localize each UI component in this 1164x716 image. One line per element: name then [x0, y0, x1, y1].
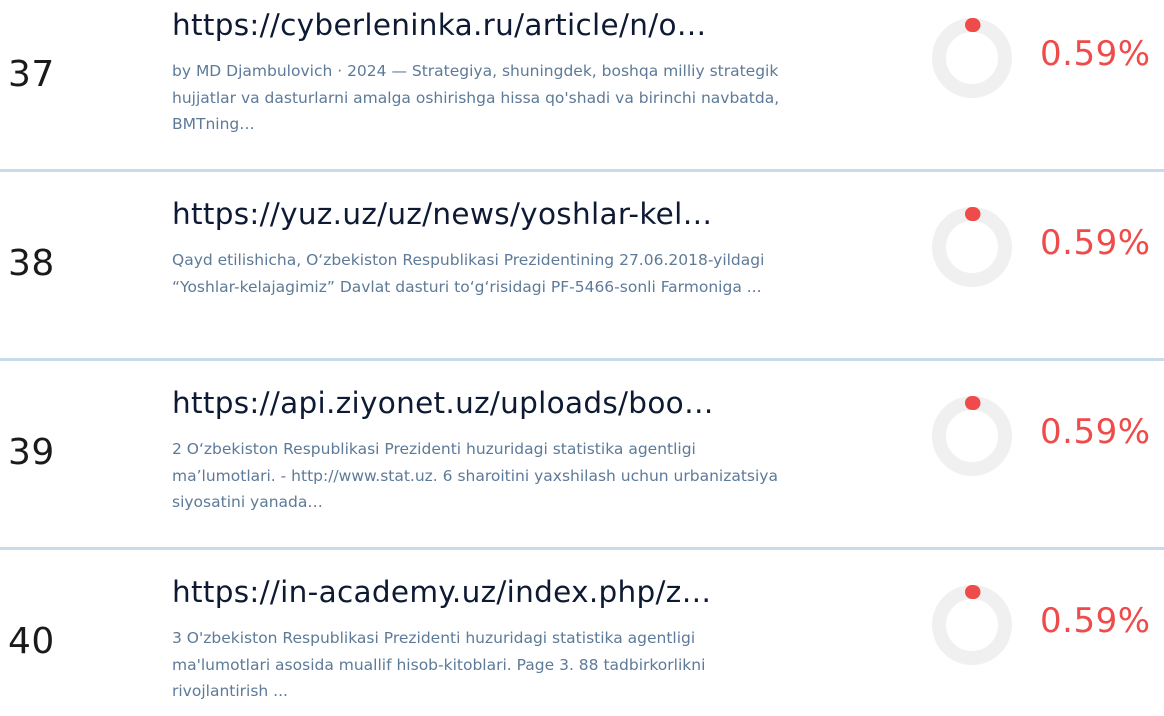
result-url-link[interactable]: https://api.ziyonet.uz/uploads/boo…	[172, 386, 792, 420]
result-row: 39 https://api.ziyonet.uz/uploads/boo… 2…	[0, 376, 1164, 552]
row-divider	[0, 358, 1164, 361]
ring-track	[932, 585, 1012, 665]
ring-track	[932, 396, 1012, 476]
result-url-link[interactable]: https://in-academy.uz/index.php/z…	[172, 575, 792, 609]
result-snippet: by MD Djambulovich · 2024 — Strategiya, …	[172, 62, 780, 133]
result-url-link[interactable]: https://cyberleninka.ru/article/n/o…	[172, 8, 792, 42]
result-row: 37 https://cyberleninka.ru/article/n/o… …	[0, 0, 1164, 174]
percent-ring-icon	[932, 396, 1012, 476]
percent-ring-icon	[932, 585, 1012, 665]
percent-ring-icon	[932, 207, 1012, 287]
result-index: 37	[8, 54, 55, 95]
result-index: 40	[8, 621, 55, 662]
row-divider	[0, 169, 1164, 172]
result-index: 39	[8, 432, 55, 473]
results-list: 37 https://cyberleninka.ru/article/n/o… …	[0, 0, 1164, 716]
row-divider	[0, 547, 1164, 550]
result-row: 40 https://in-academy.uz/index.php/z… 3 …	[0, 565, 1164, 716]
result-url-link[interactable]: https://yuz.uz/uz/news/yoshlar-kel…	[172, 197, 792, 231]
percent-label: 0.59%	[1040, 223, 1151, 263]
ring-track	[932, 207, 1012, 287]
percent-ring-icon	[932, 18, 1012, 98]
result-index: 38	[8, 243, 55, 284]
percent-label: 0.59%	[1040, 34, 1151, 74]
result-snippet: 2 O‘zbekiston Respublikasi Prezidenti hu…	[172, 440, 778, 511]
ring-track	[932, 18, 1012, 98]
percent-label: 0.59%	[1040, 601, 1151, 641]
result-row: 38 https://yuz.uz/uz/news/yoshlar-kel… Q…	[0, 187, 1164, 363]
percent-label: 0.59%	[1040, 412, 1151, 452]
result-snippet: 3 O'zbekiston Respublikasi Prezidenti hu…	[172, 629, 706, 700]
result-snippet: Qayd etilishicha, O‘zbekiston Respublika…	[172, 251, 765, 296]
